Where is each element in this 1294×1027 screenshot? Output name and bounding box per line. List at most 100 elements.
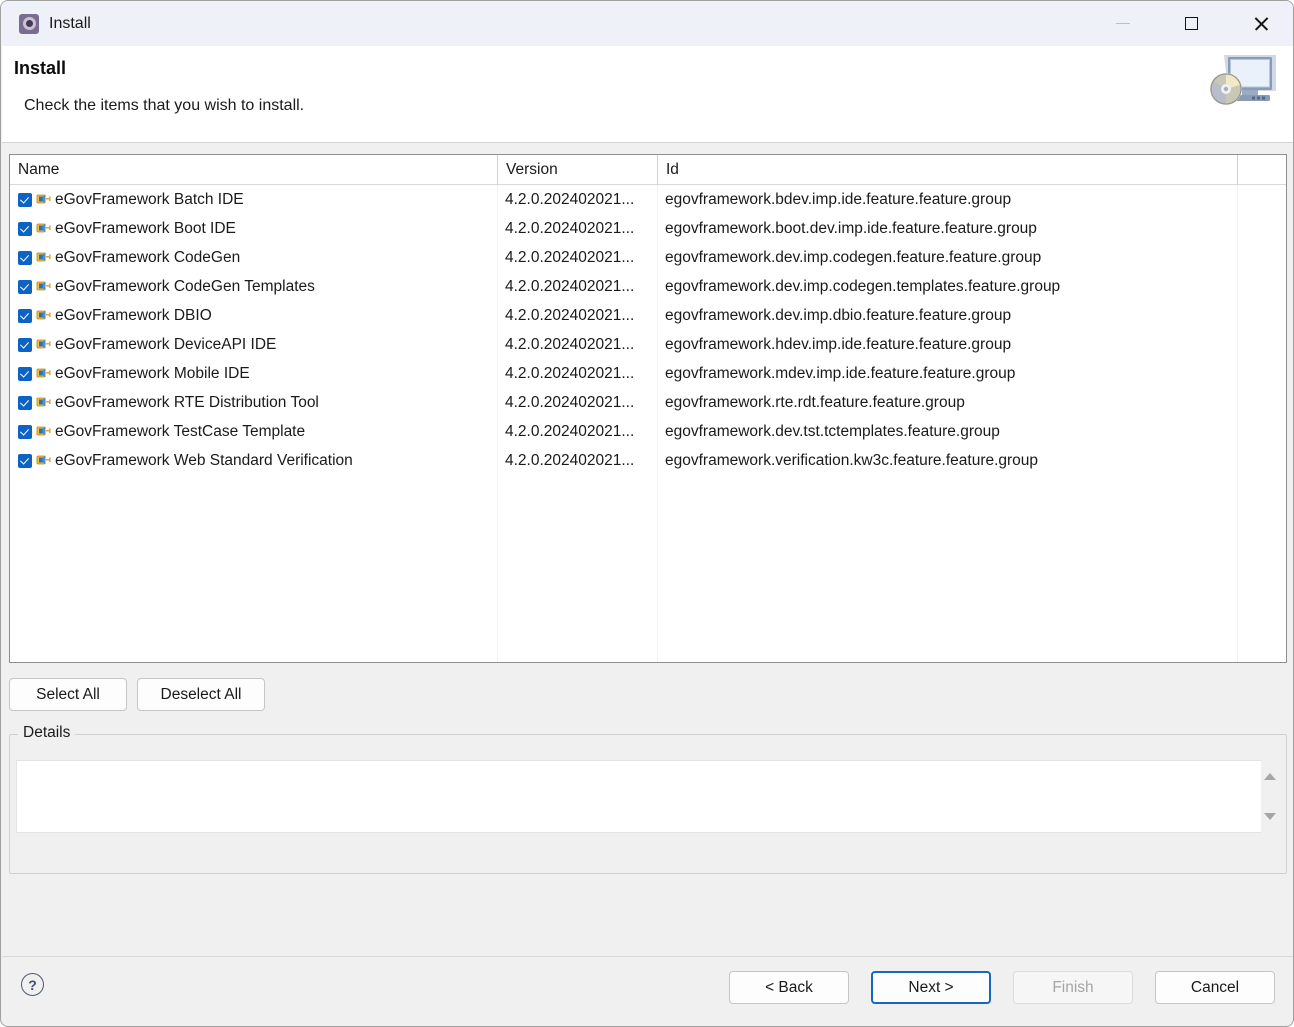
row-name-label: eGovFramework RTE Distribution Tool	[55, 394, 319, 412]
row-checkbox[interactable]	[18, 280, 32, 294]
id-cell: egovframework.boot.dev.imp.ide.feature.f…	[665, 214, 1037, 243]
row-checkbox[interactable]	[18, 338, 32, 352]
deselect-all-button[interactable]: Deselect All	[137, 678, 265, 711]
column-header-id[interactable]: Id	[658, 155, 1237, 185]
feature-icon	[36, 192, 52, 207]
page-description: Check the items that you wish to install…	[24, 97, 304, 115]
table-row[interactable]: eGovFramework DBIO 4.2.0.202402021... egov…	[10, 301, 1286, 330]
row-name-label: eGovFramework CodeGen Templates	[55, 278, 315, 296]
table-row[interactable]: eGovFramework Batch IDE 4.2.0.202402021..…	[10, 185, 1286, 214]
id-cell: egovframework.bdev.imp.ide.feature.featu…	[665, 185, 1011, 214]
maximize-icon	[1185, 17, 1198, 30]
feature-icon	[36, 308, 52, 323]
version-cell: 4.2.0.202402021...	[505, 301, 634, 330]
details-text-area[interactable]	[16, 760, 1268, 833]
column-header-version[interactable]: Version	[498, 155, 657, 185]
scroll-down-arrow-icon[interactable]	[1264, 813, 1276, 820]
feature-icon	[36, 366, 52, 381]
feature-icon	[36, 221, 52, 236]
scroll-up-arrow-icon[interactable]	[1264, 773, 1276, 780]
help-icon[interactable]: ?	[21, 973, 44, 996]
name-cell: eGovFramework DeviceAPI IDE	[18, 330, 276, 359]
title-bar: Install	[1, 1, 1294, 46]
install-dialog-window: Install Install Check the items that you…	[0, 0, 1294, 1027]
row-checkbox[interactable]	[18, 367, 32, 381]
id-cell: egovframework.dev.tst.tctemplates.featur…	[665, 417, 1000, 446]
version-cell: 4.2.0.202402021...	[505, 185, 634, 214]
row-name-label: eGovFramework CodeGen	[55, 249, 240, 267]
feature-icon	[36, 250, 52, 265]
version-cell: 4.2.0.202402021...	[505, 272, 634, 301]
name-cell: eGovFramework DBIO	[18, 301, 212, 330]
feature-icon	[36, 395, 52, 410]
name-cell: eGovFramework CodeGen	[18, 243, 240, 272]
feature-icon	[36, 453, 52, 468]
name-cell: eGovFramework Batch IDE	[18, 185, 244, 214]
minimize-icon	[1116, 23, 1130, 24]
column-header-name[interactable]: Name	[10, 155, 497, 185]
select-all-button[interactable]: Select All	[9, 678, 127, 711]
details-group: Details	[9, 734, 1287, 874]
feature-icon	[36, 337, 52, 352]
footer-buttons: < Back Next > Finish Cancel	[729, 971, 1275, 1004]
row-checkbox[interactable]	[18, 222, 32, 236]
minimize-button[interactable]	[1088, 1, 1157, 46]
version-cell: 4.2.0.202402021...	[505, 388, 634, 417]
window-title: Install	[49, 16, 91, 32]
table-row[interactable]: eGovFramework Mobile IDE 4.2.0.202402021.…	[10, 359, 1286, 388]
install-gear-icon	[19, 14, 39, 34]
row-checkbox[interactable]	[18, 251, 32, 265]
id-cell: egovframework.hdev.imp.ide.feature.featu…	[665, 330, 1011, 359]
finish-button: Finish	[1013, 971, 1133, 1004]
id-cell: egovframework.mdev.imp.ide.feature.featu…	[665, 359, 1015, 388]
window-controls	[1088, 1, 1294, 46]
next-button[interactable]: Next >	[871, 971, 991, 1004]
column-divider-3[interactable]	[1237, 155, 1238, 185]
name-cell: eGovFramework CodeGen Templates	[18, 272, 315, 301]
row-name-label: eGovFramework Batch IDE	[55, 191, 244, 209]
install-items-table[interactable]: Name Version Id eGovFramework Batch IDE 4…	[9, 154, 1287, 663]
close-icon	[1253, 16, 1269, 32]
feature-icon	[36, 279, 52, 294]
row-checkbox[interactable]	[18, 454, 32, 468]
row-name-label: eGovFramework TestCase Template	[55, 423, 305, 441]
footer-separator	[2, 956, 1294, 957]
monitor-with-disc-icon	[1206, 51, 1280, 113]
table-row[interactable]: eGovFramework CodeGen Templates 4.2.0.202…	[10, 272, 1286, 301]
cancel-button[interactable]: Cancel	[1155, 971, 1275, 1004]
id-cell: egovframework.dev.imp.dbio.feature.featu…	[665, 301, 1011, 330]
row-name-label: eGovFramework DBIO	[55, 307, 212, 325]
row-checkbox[interactable]	[18, 193, 32, 207]
version-cell: 4.2.0.202402021...	[505, 359, 634, 388]
version-cell: 4.2.0.202402021...	[505, 243, 634, 272]
row-checkbox[interactable]	[18, 309, 32, 323]
row-checkbox[interactable]	[18, 425, 32, 439]
feature-icon	[36, 424, 52, 439]
selection-buttons: Select All Deselect All	[9, 678, 265, 711]
id-cell: egovframework.verification.kw3c.feature.…	[665, 446, 1038, 475]
table-row[interactable]: eGovFramework DeviceAPI IDE 4.2.0.2024020…	[10, 330, 1286, 359]
close-button[interactable]	[1226, 1, 1294, 46]
table-body: eGovFramework Batch IDE 4.2.0.202402021..…	[10, 185, 1286, 475]
name-cell: eGovFramework Web Standard Verification	[18, 446, 353, 475]
version-cell: 4.2.0.202402021...	[505, 330, 634, 359]
name-cell: eGovFramework Boot IDE	[18, 214, 236, 243]
table-row[interactable]: eGovFramework Web Standard Verification4…	[10, 446, 1286, 475]
maximize-button[interactable]	[1157, 1, 1226, 46]
row-name-label: eGovFramework Web Standard Verification	[55, 452, 353, 470]
name-cell: eGovFramework Mobile IDE	[18, 359, 250, 388]
table-row[interactable]: eGovFramework TestCase Template 4.2.0.202…	[10, 417, 1286, 446]
back-button[interactable]: < Back	[729, 971, 849, 1004]
details-scrollbar[interactable]	[1261, 760, 1280, 833]
row-name-label: eGovFramework Boot IDE	[55, 220, 236, 238]
id-cell: egovframework.rte.rdt.feature.feature.gr…	[665, 388, 965, 417]
details-label: Details	[18, 724, 75, 742]
id-cell: egovframework.dev.imp.codegen.templates.…	[665, 272, 1060, 301]
table-row[interactable]: eGovFramework CodeGen4.2.0.202402021...e…	[10, 243, 1286, 272]
table-row[interactable]: eGovFramework RTE Distribution Tool 4.2.0…	[10, 388, 1286, 417]
table-row[interactable]: eGovFramework Boot IDE 4.2.0.202402021...…	[10, 214, 1286, 243]
table-header-row: Name Version Id	[10, 155, 1286, 185]
version-cell: 4.2.0.202402021...	[505, 417, 634, 446]
version-cell: 4.2.0.202402021...	[505, 214, 634, 243]
row-checkbox[interactable]	[18, 396, 32, 410]
